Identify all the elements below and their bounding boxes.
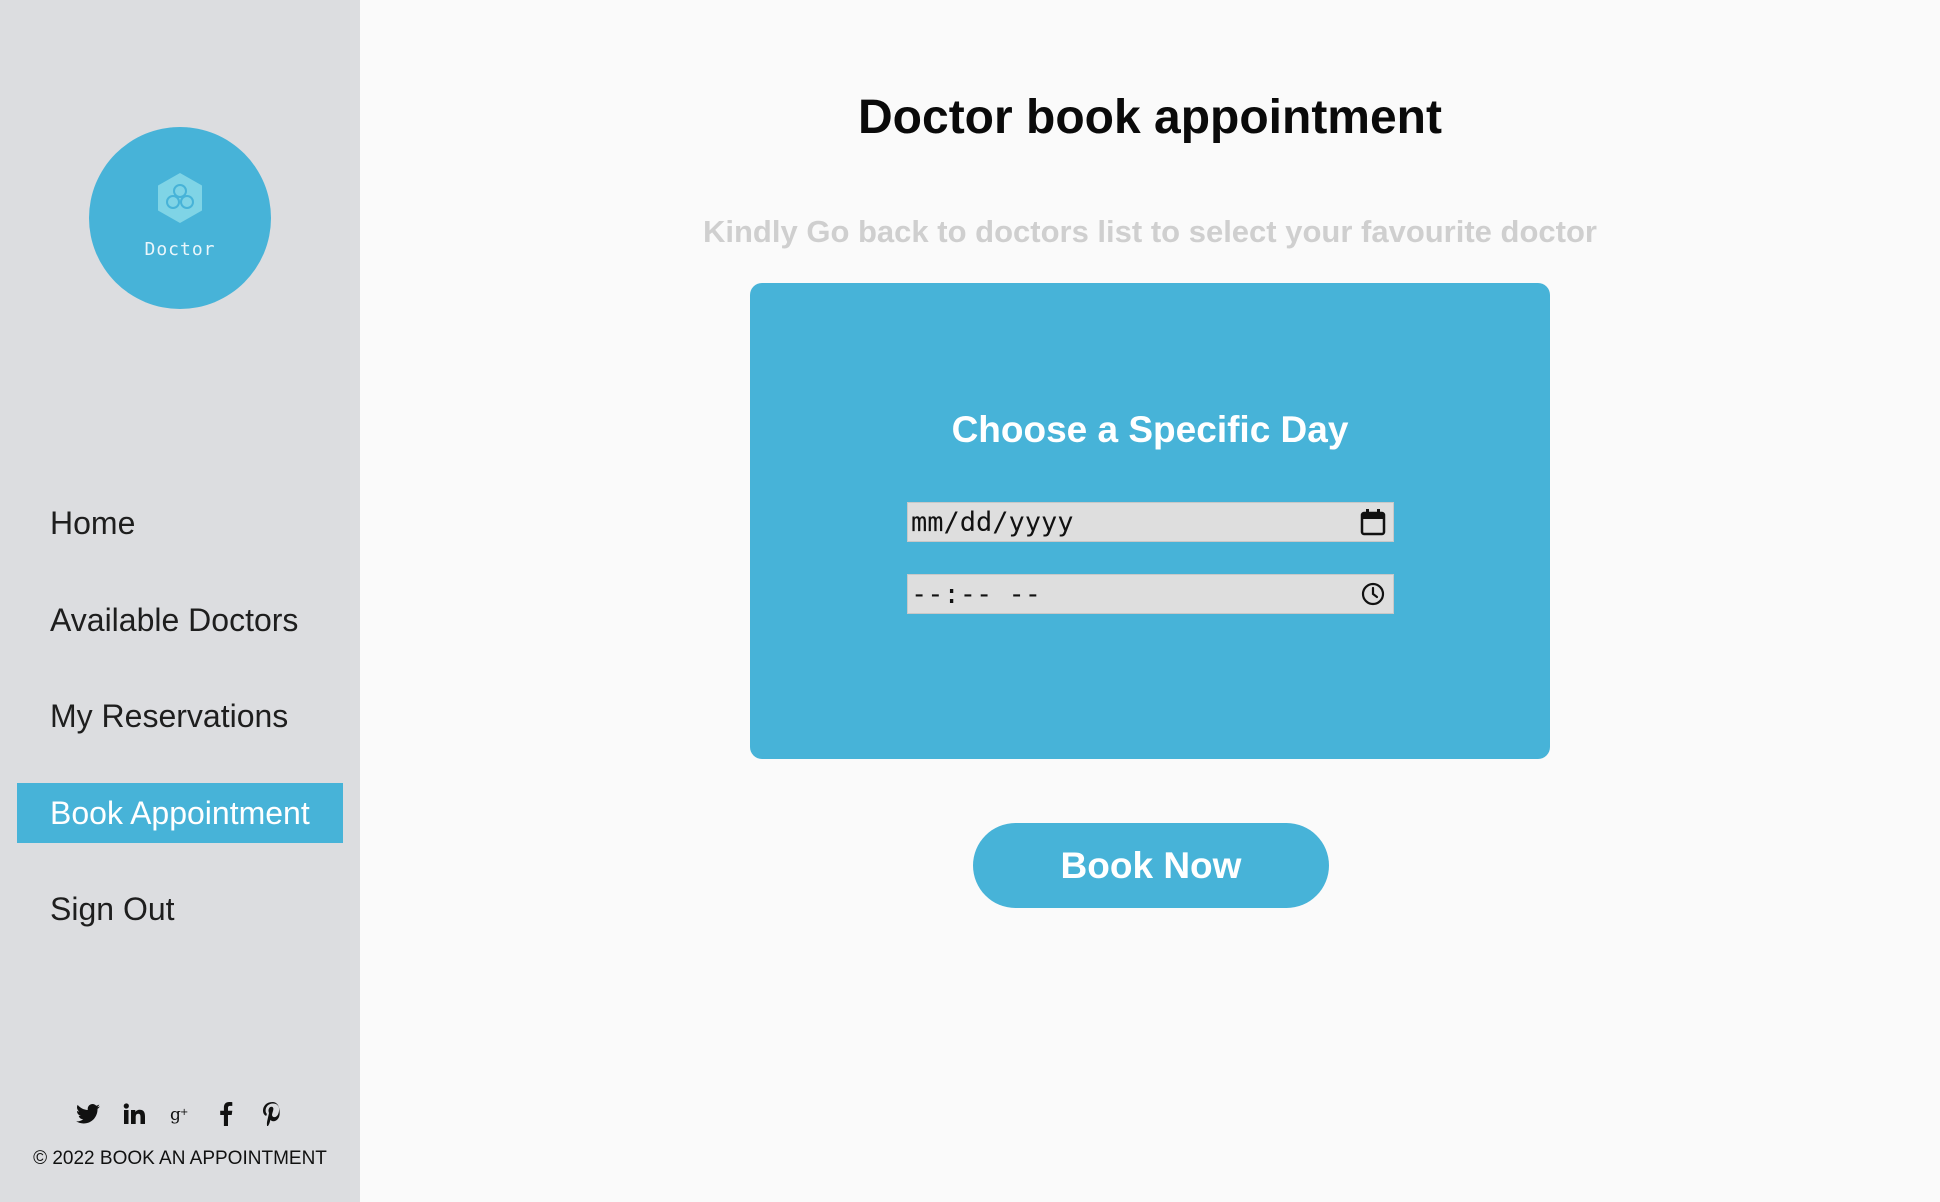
sidebar-item-book-appointment[interactable]: Book Appointment xyxy=(17,783,343,843)
card-title: Choose a Specific Day xyxy=(951,409,1349,450)
time-input-value: --:-- -- xyxy=(911,578,1042,610)
appointment-card: Choose a Specific Day mm/dd/yyyy --:-- -… xyxy=(750,283,1550,759)
sidebar-item-sign-out[interactable]: Sign Out xyxy=(17,879,343,939)
twitter-icon[interactable] xyxy=(74,1100,102,1128)
time-input[interactable]: --:-- -- xyxy=(907,574,1394,614)
linkedin-icon[interactable] xyxy=(120,1100,148,1128)
clock-icon[interactable] xyxy=(1359,580,1387,608)
logo[interactable]: Doctor xyxy=(89,127,271,309)
sidebar-item-my-reservations[interactable]: My Reservations xyxy=(17,686,343,746)
sidebar-item-available-doctors[interactable]: Available Doctors xyxy=(17,590,343,650)
page-title: Doctor book appointment xyxy=(858,91,1442,144)
date-input[interactable]: mm/dd/yyyy xyxy=(907,502,1394,542)
book-now-button[interactable]: Book Now xyxy=(973,823,1329,908)
copyright-text: © 2022 BOOK AN APPOINTMENT xyxy=(33,1148,327,1169)
social-links: g + xyxy=(0,1100,360,1128)
logo-text: Doctor xyxy=(144,239,216,260)
app: Doctor Home Available Doctors My Reserva… xyxy=(0,0,1940,1202)
facebook-icon[interactable] xyxy=(212,1100,240,1128)
svg-text:+: + xyxy=(180,1107,188,1118)
google-plus-icon[interactable]: g + xyxy=(166,1100,194,1128)
date-input-value: mm/dd/yyyy xyxy=(911,506,1074,538)
sidebar: Doctor Home Available Doctors My Reserva… xyxy=(0,0,360,1202)
hexagon-logo-icon xyxy=(158,173,202,223)
calendar-icon[interactable] xyxy=(1359,508,1387,536)
pinterest-icon[interactable] xyxy=(258,1100,286,1128)
sidebar-item-home[interactable]: Home xyxy=(17,493,343,553)
page-subtitle: Kindly Go back to doctors list to select… xyxy=(703,214,1597,249)
